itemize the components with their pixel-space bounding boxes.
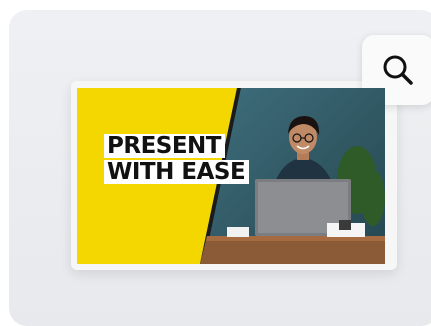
headline-line-2: WITH EASE bbox=[104, 160, 250, 184]
headline-line-1: PRESENT bbox=[104, 134, 225, 158]
template-card[interactable]: PRESENT WITH EASE bbox=[9, 10, 431, 326]
presentation-thumbnail[interactable]: PRESENT WITH EASE bbox=[71, 81, 397, 270]
search-icon bbox=[383, 55, 413, 85]
slide-headline: PRESENT WITH EASE bbox=[104, 134, 250, 186]
slide-preview: PRESENT WITH EASE bbox=[77, 88, 385, 264]
